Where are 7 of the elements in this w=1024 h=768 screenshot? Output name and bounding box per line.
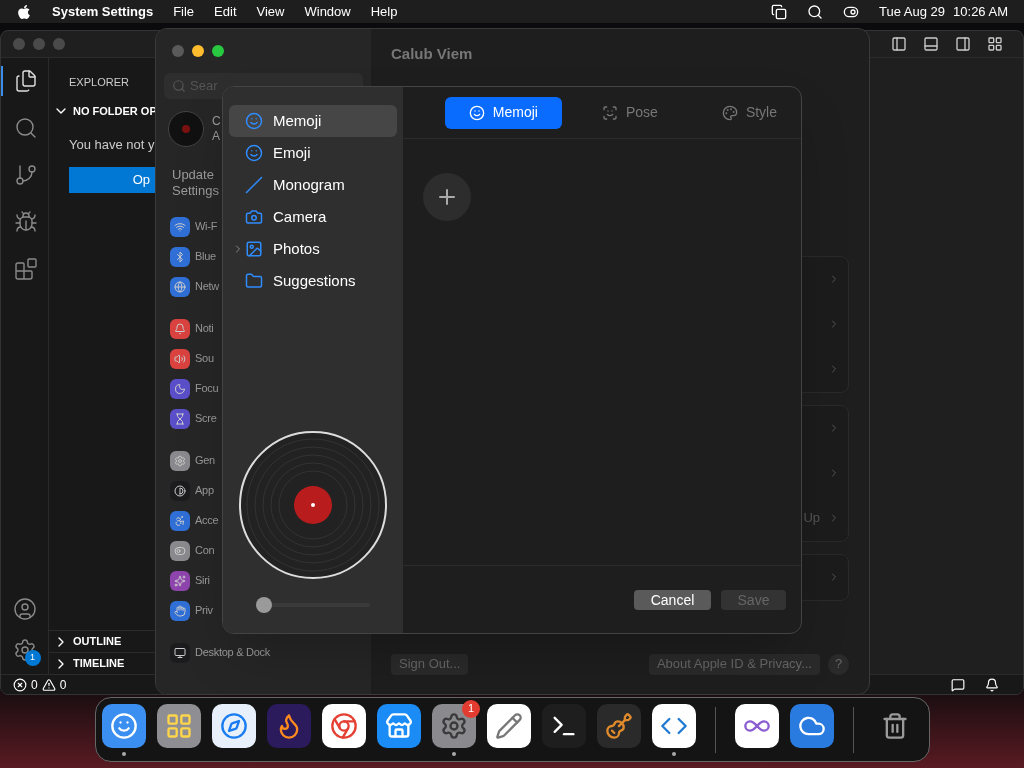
notification-badge: 1 <box>462 699 480 718</box>
notification-badge: 1 <box>24 650 41 666</box>
explorer-title: EXPLORER <box>69 75 129 90</box>
account-subtitle: A <box>212 129 221 144</box>
empty-folder-message: You have not y <box>69 136 155 154</box>
account-name: C <box>212 114 221 129</box>
settings-title: Calub Viem <box>391 44 474 64</box>
